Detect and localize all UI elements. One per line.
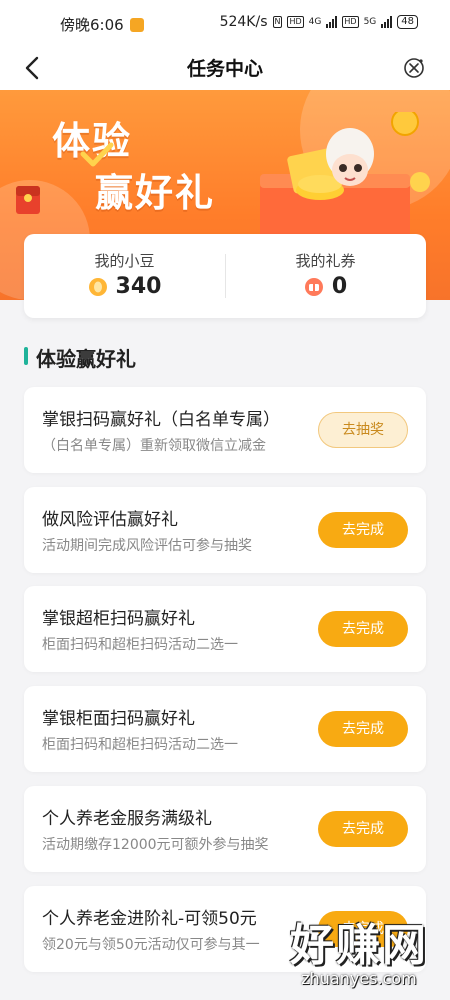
complete-task-button[interactable]: 去完成: [318, 711, 408, 747]
task-card: 掌银扫码赢好礼（白名单专属） （白名单专属）重新领取微信立减金 去抽奖: [24, 387, 426, 473]
task-title: 个人养老金进阶礼-可领50元: [42, 909, 257, 929]
coupon-icon: [304, 277, 323, 296]
task-title: 掌银扫码赢好礼（白名单专属）: [42, 410, 280, 430]
watermark-text: 好赚网: [290, 920, 428, 971]
signal2-icon: [381, 16, 393, 28]
complete-task-button[interactable]: 去完成: [318, 512, 408, 548]
section-title: 体验赢好礼: [24, 343, 136, 372]
close-icon[interactable]: [402, 56, 426, 80]
status-bar: 傍晚6:06 524K/s N HD 4G HD 5G 48: [0, 0, 450, 46]
my-coupons[interactable]: 我的礼券 0: [225, 234, 426, 318]
complete-task-button[interactable]: 去完成: [318, 611, 408, 647]
nav-bar: 任务中心: [0, 46, 450, 90]
status-right: 524K/s N HD 4G HD 5G 48: [220, 14, 418, 30]
gift-box-mascot-icon: [260, 112, 430, 242]
notification-icon: [129, 17, 144, 32]
task-subtitle: 柜面扫码和超柜扫码活动二选一: [42, 737, 238, 753]
task-title: 个人养老金服务满级礼: [42, 809, 212, 829]
task-title: 掌银超柜扫码赢好礼: [42, 609, 195, 629]
battery-icon: 48: [397, 15, 418, 29]
nfc-icon: N: [272, 16, 283, 28]
red-envelope-icon: [16, 186, 40, 214]
task-title: 做风险评估赢好礼: [42, 510, 178, 530]
my-coupons-value-row: 0: [225, 274, 426, 299]
watermark-url: zhuanyes.com: [301, 969, 417, 988]
watermark: 好赚网 zhuanyes.com: [290, 909, 428, 988]
assets-card: 我的小豆 340 我的礼券 0: [24, 234, 426, 318]
task-subtitle: 活动期缴存12000元可额外参与抽奖: [42, 837, 269, 853]
task-subtitle: （白名单专属）重新领取微信立减金: [42, 438, 266, 454]
task-card: 做风险评估赢好礼 活动期间完成风险评估可参与抽奖 去完成: [24, 487, 426, 573]
task-subtitle: 柜面扫码和超柜扫码活动二选一: [42, 637, 238, 653]
hd-icon: HD: [287, 16, 304, 28]
net2-label: 5G: [363, 17, 377, 27]
my-beans-value: 340: [115, 274, 162, 299]
network-speed: 524K/s: [219, 14, 268, 30]
my-coupons-value: 0: [331, 274, 348, 299]
task-card: 个人养老金服务满级礼 活动期缴存12000元可额外参与抽奖 去完成: [24, 786, 426, 872]
draw-lottery-button[interactable]: 去抽奖: [318, 412, 408, 448]
banner-title-line2: 赢好礼: [95, 171, 216, 215]
task-card: 掌银柜面扫码赢好礼 柜面扫码和超柜扫码活动二选一 去完成: [24, 686, 426, 772]
net1-label: 4G: [308, 17, 322, 27]
status-left: 傍晚6:06: [60, 14, 144, 35]
signal1-icon: [326, 16, 338, 28]
complete-task-button[interactable]: 去完成: [318, 811, 408, 847]
my-beans[interactable]: 我的小豆 340: [24, 234, 225, 318]
hd2-icon: HD: [342, 16, 359, 28]
my-beans-label: 我的小豆: [94, 252, 155, 270]
task-card: 掌银超柜扫码赢好礼 柜面扫码和超柜扫码活动二选一 去完成: [24, 586, 426, 672]
my-coupons-label: 我的礼券: [295, 252, 356, 270]
task-subtitle: 活动期间完成风险评估可参与抽奖: [42, 538, 252, 554]
my-beans-value-row: 340: [24, 274, 225, 299]
check-icon: [80, 142, 114, 167]
page-title: 任务中心: [186, 58, 263, 80]
task-subtitle: 领20元与领50元活动仅可参与其一: [42, 937, 260, 953]
task-title: 掌银柜面扫码赢好礼: [42, 709, 195, 729]
status-time: 傍晚6:06: [60, 16, 124, 34]
bean-icon: [88, 277, 107, 296]
